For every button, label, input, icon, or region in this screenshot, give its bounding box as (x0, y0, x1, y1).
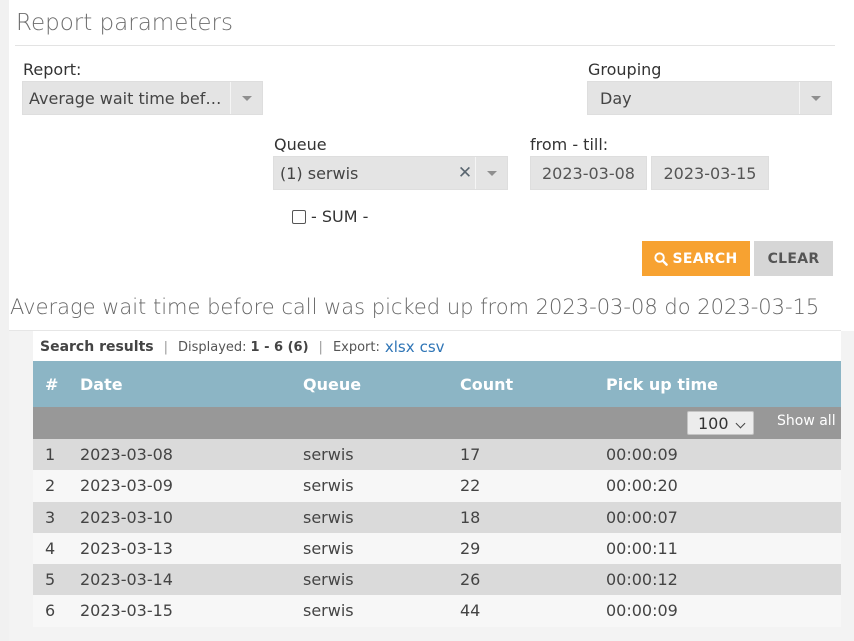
queue-label: Queue (274, 135, 327, 154)
cell-number: 3 (45, 507, 56, 527)
table-gutter (9, 331, 33, 626)
cell-queue: serwis (303, 507, 354, 527)
clear-icon[interactable]: ✕ (455, 157, 475, 189)
search-button[interactable]: SEARCH (642, 241, 750, 276)
report-select[interactable]: Average wait time before call was picked… (22, 81, 263, 115)
table-row: 3 2023-03-10 serwis 18 00:00:07 (33, 501, 841, 533)
table-row: 1 2023-03-08 serwis 17 00:00:09 (33, 439, 841, 471)
cell-date: 2023-03-09 (80, 476, 173, 496)
cell-number: 2 (45, 476, 56, 496)
table-row: 6 2023-03-15 serwis 44 00:00:09 (33, 595, 841, 627)
divider (9, 330, 841, 331)
cell-date: 2023-03-13 (80, 538, 173, 558)
results-meta-bar: Search results | Displayed: 1 - 6 (6) | … (40, 338, 445, 356)
table-row: 5 2023-03-14 serwis 26 00:00:12 (33, 564, 841, 596)
date-till-input[interactable]: 2023-03-15 (651, 156, 769, 190)
grouping-select-value: Day (600, 88, 632, 108)
queue-select-value: (1) serwis (280, 163, 359, 183)
export-xlsx-link[interactable]: xlsx (385, 338, 415, 356)
cell-pick-up-time: 00:00:12 (606, 570, 678, 590)
show-all-link[interactable]: Show all (777, 413, 836, 429)
cell-count: 26 (460, 570, 481, 590)
cell-date: 2023-03-10 (80, 507, 173, 527)
displayed-label: Displayed: (177, 339, 247, 355)
cell-count: 18 (460, 507, 481, 527)
search-icon (654, 251, 669, 266)
separator: | (163, 339, 168, 355)
bottom-band (9, 626, 854, 641)
table-body: 1 2023-03-08 serwis 17 00:00:09 2 2023-0… (33, 439, 841, 627)
cell-queue: serwis (303, 445, 354, 464)
cell-queue: serwis (303, 570, 354, 590)
cell-count: 17 (460, 445, 481, 464)
chevron-down-icon (735, 418, 746, 429)
cell-pick-up-time: 00:00:09 (606, 445, 678, 464)
cell-number: 1 (45, 445, 56, 464)
cell-queue: serwis (303, 476, 354, 496)
grouping-select[interactable]: Day (587, 81, 832, 115)
page-size-value: 100 (698, 413, 729, 433)
results-heading: Average wait time before call was picked… (10, 295, 820, 319)
table-row: 4 2023-03-13 serwis 29 00:00:11 (33, 532, 841, 565)
cell-date: 2023-03-08 (80, 445, 173, 464)
export-csv-link[interactable]: csv (420, 338, 445, 356)
sum-checkbox-group[interactable]: - SUM - (292, 207, 368, 226)
cell-number: 4 (45, 538, 56, 558)
chevron-down-icon[interactable] (799, 82, 831, 114)
chevron-down-icon[interactable] (475, 157, 507, 189)
queue-select[interactable]: (1) serwis ✕ (273, 156, 508, 190)
date-range-label: from - till: (530, 135, 609, 154)
displayed-count: 1 - 6 (6) (250, 339, 309, 355)
export-label: Export: (332, 339, 380, 355)
cell-pick-up-time: 00:00:09 (606, 601, 678, 621)
report-label: Report: (23, 60, 82, 79)
table-row: 2 2023-03-09 serwis 22 00:00:20 (33, 470, 841, 502)
table-header: # Date Queue Count Pick up time (33, 361, 841, 407)
date-from-input[interactable]: 2023-03-08 (530, 156, 647, 190)
cell-count: 44 (460, 601, 481, 621)
report-select-value: Average wait time before call was picked… (29, 88, 230, 108)
cell-pick-up-time: 00:00:20 (606, 476, 678, 496)
column-header-date[interactable]: Date (80, 375, 123, 394)
cell-queue: serwis (303, 538, 354, 558)
cell-pick-up-time: 00:00:07 (606, 507, 678, 527)
search-results-label: Search results (40, 339, 154, 355)
page-size-select[interactable]: 100 (687, 411, 754, 435)
column-header-count[interactable]: Count (460, 375, 513, 394)
column-header-number[interactable]: # (45, 375, 58, 394)
sum-checkbox[interactable] (292, 209, 306, 224)
cell-queue: serwis (303, 601, 354, 621)
table-gutter (841, 331, 854, 626)
cell-number: 6 (45, 601, 56, 621)
separator: | (318, 339, 323, 355)
divider (15, 45, 835, 46)
clear-button[interactable]: CLEAR (754, 241, 833, 276)
cell-count: 22 (460, 476, 481, 496)
cell-number: 5 (45, 570, 56, 590)
cell-date: 2023-03-14 (80, 570, 173, 590)
cell-date: 2023-03-15 (80, 601, 173, 621)
search-button-label: SEARCH (672, 250, 738, 267)
column-header-queue[interactable]: Queue (303, 375, 361, 394)
chevron-down-icon[interactable] (230, 82, 262, 114)
grouping-label: Grouping (588, 60, 662, 79)
sum-label: - SUM - (311, 207, 369, 226)
table-toolbar: 100 Show all (33, 407, 841, 439)
cell-pick-up-time: 00:00:11 (606, 538, 678, 558)
cell-count: 29 (460, 538, 481, 558)
column-header-pick-up-time[interactable]: Pick up time (606, 375, 718, 394)
left-rail (0, 0, 9, 641)
panel-title: Report parameters (16, 10, 233, 36)
